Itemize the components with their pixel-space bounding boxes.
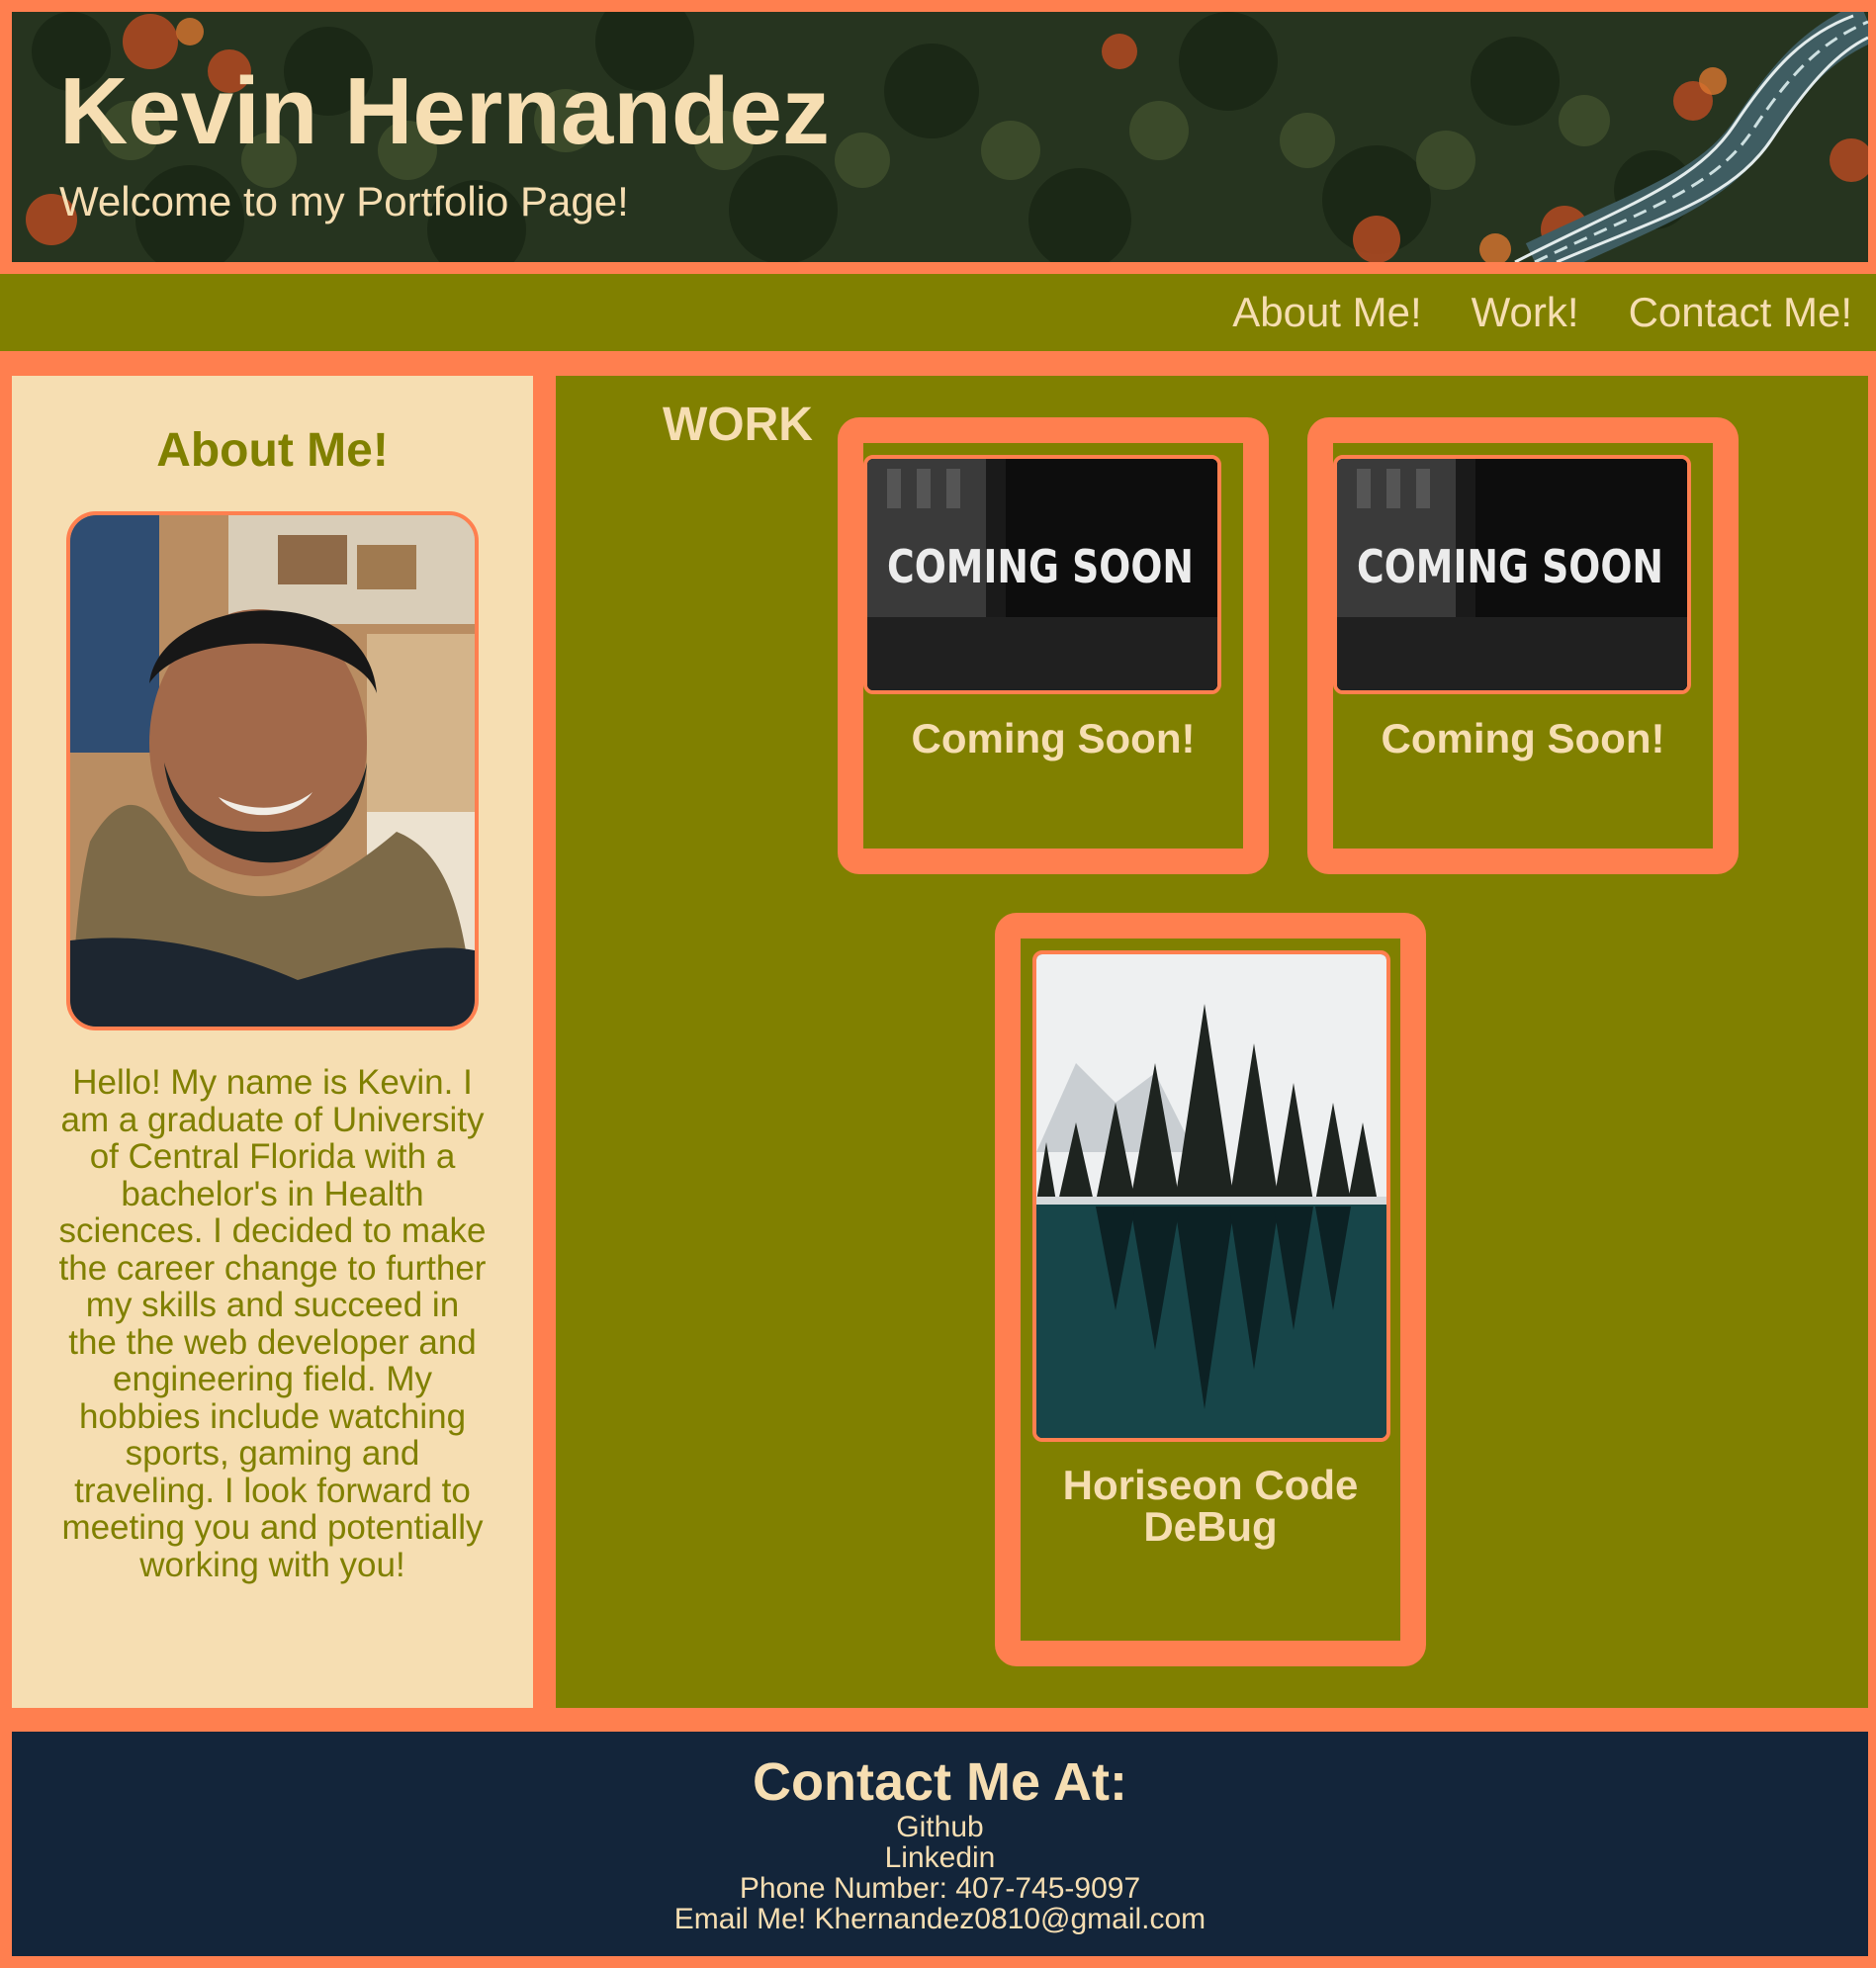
site-title: Kevin Hernandez bbox=[59, 58, 830, 164]
github-link[interactable]: Github bbox=[12, 1812, 1868, 1842]
contact-footer: Contact Me At: Github Linkedin Phone Num… bbox=[12, 1732, 1868, 1956]
project-card[interactable]: Horiseon Code DeBug bbox=[995, 913, 1426, 1666]
work-section: WORK COMING SOON Coming Soon! COMING SOO… bbox=[556, 376, 1868, 1708]
project-image[interactable] bbox=[1032, 950, 1390, 1442]
forest-lake-image bbox=[1036, 954, 1386, 1438]
footer-title: Contact Me At: bbox=[753, 1752, 1127, 1812]
project-label[interactable]: Coming Soon! bbox=[863, 718, 1243, 760]
about-title: About Me! bbox=[156, 424, 389, 477]
email-address[interactable]: Email Me! Khernandez0810@gmail.com bbox=[12, 1904, 1868, 1934]
coming-soon-image: COMING SOON bbox=[867, 459, 1217, 690]
nav-link-about[interactable]: About Me! bbox=[1232, 289, 1421, 335]
project-card[interactable]: COMING SOON Coming Soon! bbox=[1307, 417, 1739, 874]
project-image[interactable]: COMING SOON bbox=[1333, 455, 1691, 694]
avatar bbox=[66, 511, 479, 1030]
project-image[interactable]: COMING SOON bbox=[863, 455, 1221, 694]
coming-soon-image: COMING SOON bbox=[1337, 459, 1687, 690]
nav-bar: About Me! Work! Contact Me! bbox=[0, 274, 1876, 351]
project-label[interactable]: Horiseon Code DeBug bbox=[1021, 1465, 1400, 1548]
linkedin-link[interactable]: Linkedin bbox=[12, 1842, 1868, 1873]
nav-link-work[interactable]: Work! bbox=[1472, 289, 1579, 335]
about-text: Hello! My name is Kevin. I am a graduate… bbox=[58, 1063, 487, 1584]
coming-soon-text: COMING SOON bbox=[1357, 540, 1663, 593]
phone-number: Phone Number: 407-745-9097 bbox=[739, 1872, 1141, 1906]
coming-soon-text: COMING SOON bbox=[887, 540, 1194, 593]
work-title: WORK bbox=[663, 399, 813, 451]
project-label[interactable]: Coming Soon! bbox=[1333, 718, 1713, 760]
profile-photo bbox=[70, 515, 475, 1027]
nav-links: About Me! Work! Contact Me! bbox=[1232, 289, 1852, 335]
nav-link-contact[interactable]: Contact Me! bbox=[1629, 289, 1852, 335]
about-section: About Me! Hello! My name is Kevin. I am … bbox=[12, 376, 533, 1708]
site-header: Kevin Hernandez Welcome to my Portfolio … bbox=[12, 12, 1868, 262]
project-card[interactable]: COMING SOON Coming Soon! bbox=[838, 417, 1269, 874]
site-subtitle: Welcome to my Portfolio Page! bbox=[59, 178, 629, 224]
